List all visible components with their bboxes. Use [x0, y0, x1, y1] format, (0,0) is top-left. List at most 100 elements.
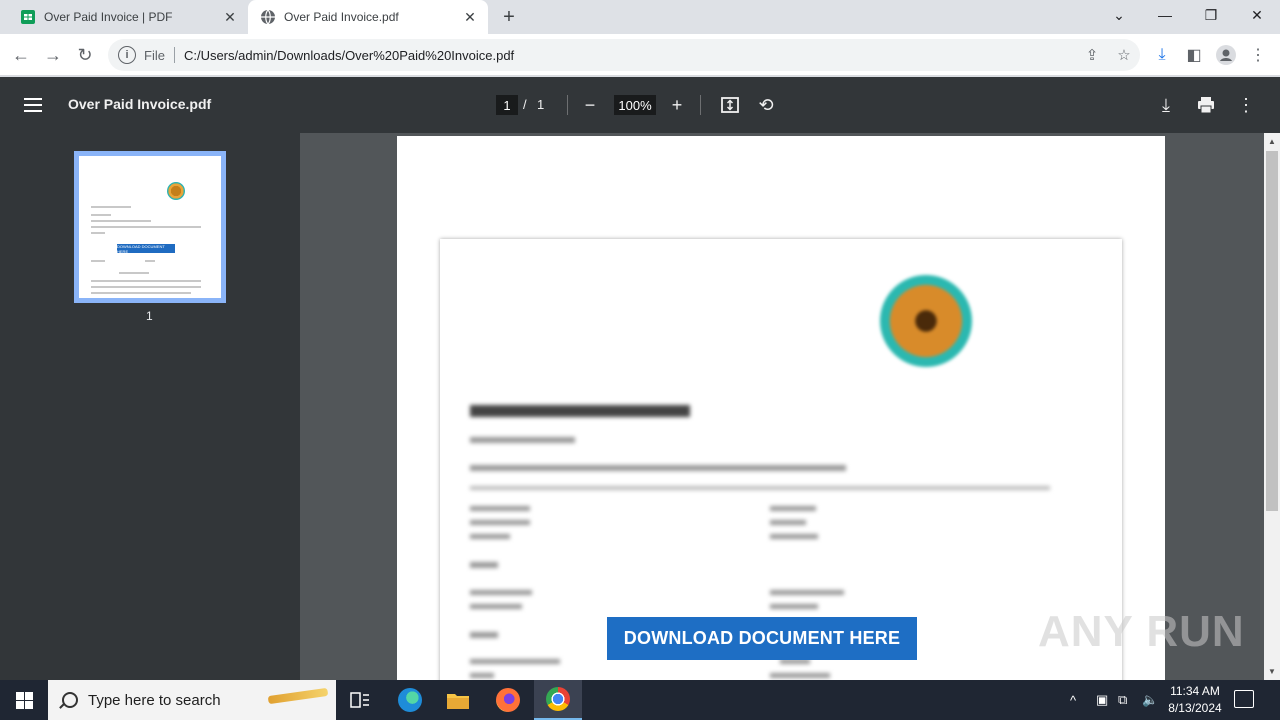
- thumbnail-line: [91, 292, 191, 294]
- blurred-heading: [470, 405, 690, 417]
- print-icon[interactable]: [1194, 93, 1218, 117]
- tray-chevron-icon[interactable]: ^: [1070, 680, 1076, 720]
- new-tab-button[interactable]: +: [498, 6, 520, 28]
- blurred-text: [770, 506, 816, 511]
- restore-button[interactable]: ❐: [1188, 0, 1234, 30]
- profile-avatar-icon[interactable]: [1214, 43, 1238, 67]
- pdf-page: [397, 136, 1165, 680]
- firefox-icon[interactable]: [484, 680, 532, 720]
- blurred-text: [470, 465, 846, 471]
- blurred-text: [470, 659, 560, 664]
- start-button[interactable]: [0, 680, 48, 720]
- blurred-text: [470, 437, 575, 443]
- tray-device-icon[interactable]: ▣: [1096, 680, 1108, 720]
- volume-icon[interactable]: 🔈: [1142, 680, 1158, 720]
- tab-strip: Over Paid Invoice | PDF ✕ Over Paid Invo…: [0, 0, 1280, 34]
- info-icon[interactable]: i: [118, 46, 136, 64]
- pdf-title: Over Paid Invoice.pdf: [68, 96, 212, 112]
- forward-arrow-icon[interactable]: →: [40, 42, 66, 68]
- thumbnail-line: [91, 220, 151, 222]
- reload-icon[interactable]: ↻: [72, 42, 98, 68]
- tab-search-chevron-icon[interactable]: ⌄: [1096, 0, 1142, 30]
- sheets-icon: [20, 9, 36, 25]
- edge-icon[interactable]: [386, 680, 434, 720]
- menu-hamburger-icon[interactable]: [22, 94, 44, 116]
- address-bar[interactable]: i File C:/Users/admin/Downloads/Over%20P…: [108, 39, 1140, 71]
- thumbnail-page-number: 1: [146, 309, 153, 323]
- blurred-text: [770, 534, 818, 539]
- more-options-icon[interactable]: ⋮: [1234, 93, 1258, 117]
- clock-time: 11:34 AM: [1170, 684, 1220, 698]
- search-icon: [62, 692, 78, 708]
- vertical-scrollbar[interactable]: ▲ ▼: [1264, 133, 1280, 680]
- thumbnail-line: [145, 260, 155, 262]
- page-thumbnail[interactable]: DOWNLOAD DOCUMENT HERE: [74, 151, 226, 303]
- notifications-icon[interactable]: [1234, 690, 1254, 708]
- thumbnail-line: [119, 272, 149, 274]
- thumbnail-line: [91, 286, 201, 288]
- thumbnail-line: [91, 214, 111, 216]
- scrollbar-thumb[interactable]: [1266, 151, 1278, 511]
- blurred-text: [470, 534, 510, 539]
- blurred-text: [770, 590, 844, 595]
- tab-over-paid-invoice-pdf-sheet[interactable]: Over Paid Invoice | PDF ✕: [8, 0, 248, 34]
- back-arrow-icon[interactable]: ←: [8, 42, 34, 68]
- page-number-input[interactable]: 1: [496, 95, 518, 115]
- blurred-text: [470, 673, 494, 678]
- chrome-menu-icon[interactable]: ⋮: [1246, 43, 1270, 67]
- download-icon[interactable]: ⤓: [1150, 43, 1174, 67]
- zoom-out-icon[interactable]: −: [578, 93, 602, 117]
- file-explorer-icon[interactable]: [434, 680, 482, 720]
- taskbar-search[interactable]: Type here to search: [48, 680, 336, 720]
- pdf-toolbar: Over Paid Invoice.pdf 1 / 1 − 100% + ⟲ ⤓…: [0, 77, 1280, 133]
- clock-date: 8/13/2024: [1168, 701, 1222, 715]
- blurred-text: [470, 562, 498, 568]
- pdf-viewport: DOWNLOAD DOCUMENT HERE ANY RUN: [300, 133, 1264, 680]
- tab-label: Over Paid Invoice.pdf: [284, 10, 399, 24]
- rotate-icon[interactable]: ⟲: [754, 93, 778, 117]
- globe-icon: [260, 9, 276, 25]
- blurred-text: [470, 506, 530, 511]
- thumbnail-line: [91, 226, 201, 228]
- toolbar-divider: [700, 95, 701, 115]
- windows-logo-icon: [15, 691, 33, 709]
- download-document-button[interactable]: DOWNLOAD DOCUMENT HERE: [607, 617, 917, 660]
- page-separator: /: [523, 97, 527, 112]
- blurred-text: [770, 520, 806, 525]
- scroll-down-arrow-icon[interactable]: ▼: [1268, 667, 1276, 676]
- share-icon[interactable]: ⇪: [1082, 45, 1102, 65]
- blurred-text: [770, 604, 818, 609]
- blurred-text: [470, 590, 532, 595]
- blurred-text: [470, 632, 498, 638]
- thumbnail-line: [91, 260, 105, 262]
- blurred-text: [470, 520, 530, 525]
- url-text[interactable]: C:/Users/admin/Downloads/Over%20Paid%20I…: [184, 48, 514, 63]
- tab-over-paid-invoice-pdf[interactable]: Over Paid Invoice.pdf ✕: [248, 0, 488, 34]
- system-clock[interactable]: 11:34 AM 8/13/2024: [1160, 683, 1230, 717]
- thumbnail-download-button: DOWNLOAD DOCUMENT HERE: [117, 244, 175, 254]
- chrome-icon[interactable]: [534, 680, 582, 720]
- browser-toolbar: ← → ↻ i File C:/Users/admin/Downloads/Ov…: [0, 34, 1280, 76]
- minimize-button[interactable]: —: [1142, 0, 1188, 30]
- blurred-text: [470, 604, 522, 609]
- company-seal-logo: [880, 275, 972, 367]
- page-total: 1: [537, 97, 545, 112]
- close-tab-icon[interactable]: ✕: [222, 9, 238, 25]
- scroll-up-arrow-icon[interactable]: ▲: [1268, 137, 1276, 146]
- close-tab-icon[interactable]: ✕: [462, 9, 478, 25]
- network-icon[interactable]: ⧉: [1118, 680, 1127, 720]
- bookmark-star-icon[interactable]: ☆: [1114, 45, 1134, 65]
- blurred-text: [770, 673, 830, 678]
- tab-label: Over Paid Invoice | PDF: [44, 10, 173, 24]
- zoom-input[interactable]: 100%: [614, 95, 656, 115]
- thumbnail-line: [91, 206, 131, 208]
- side-panel-icon[interactable]: ◧: [1182, 43, 1206, 67]
- task-view-icon[interactable]: [336, 680, 384, 720]
- zoom-in-icon[interactable]: +: [665, 93, 689, 117]
- download-pdf-icon[interactable]: ⤓: [1154, 93, 1178, 117]
- url-scheme-chip: File: [144, 47, 165, 63]
- close-window-button[interactable]: ✕: [1234, 0, 1280, 30]
- anyrun-watermark: ANY RUN: [1038, 607, 1245, 656]
- windows-taskbar: Type here to search ^ ▣ ⧉ 🔈 11:34 AM 8/1…: [0, 680, 1280, 720]
- fit-page-icon[interactable]: [718, 93, 742, 117]
